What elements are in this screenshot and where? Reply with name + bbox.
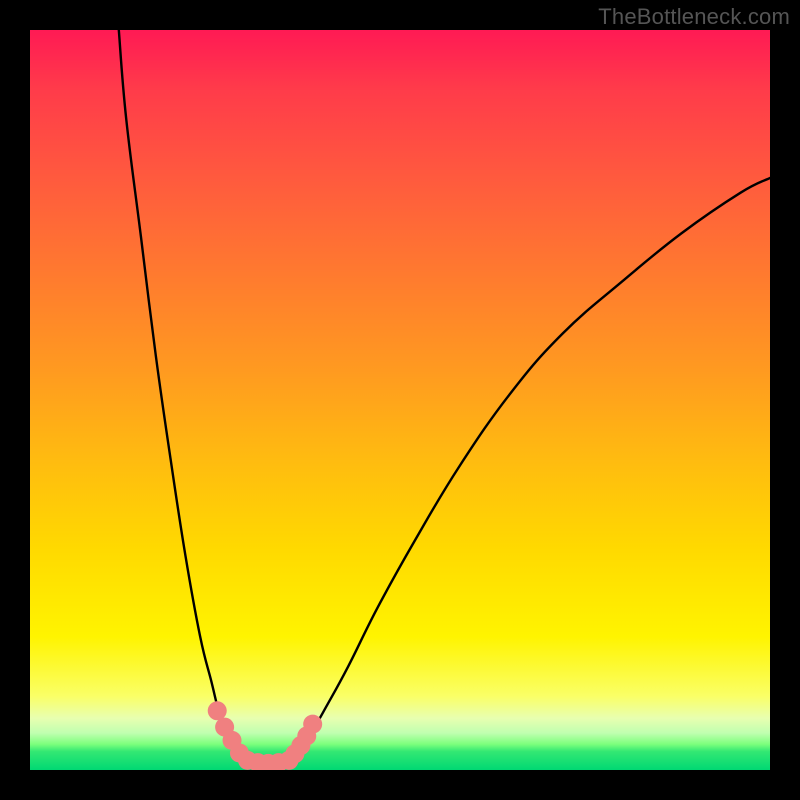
outer-frame: TheBottleneck.com — [0, 0, 800, 800]
bottleneck-curve-svg — [30, 30, 770, 770]
watermark-text: TheBottleneck.com — [598, 4, 790, 30]
curve-marker — [303, 715, 322, 734]
curve-markers — [208, 701, 322, 770]
curve-marker — [208, 701, 227, 720]
bottleneck-curve — [119, 30, 770, 764]
plot-area — [30, 30, 770, 770]
